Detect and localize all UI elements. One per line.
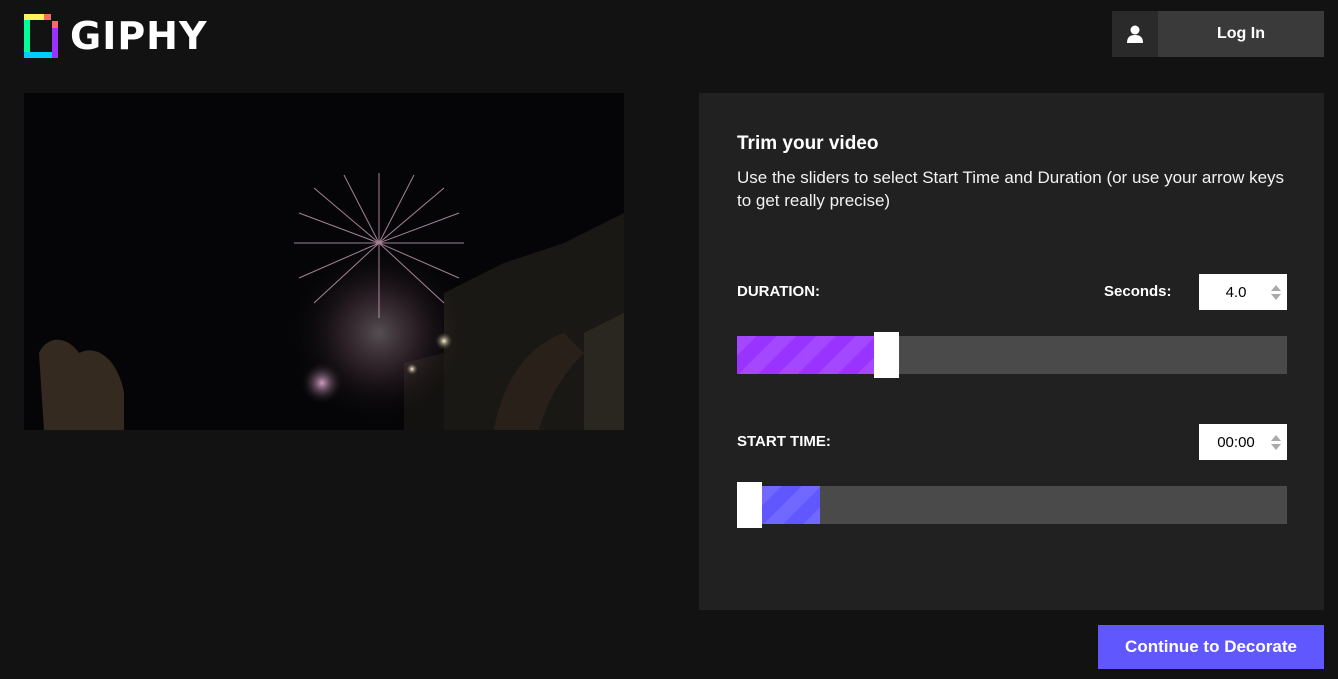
continue-to-decorate-button[interactable]: Continue to Decorate [1098,625,1324,669]
duration-seconds-value: 4.0 [1225,283,1247,301]
giphy-logo[interactable]: GIPHY [24,14,208,58]
duration-stepper[interactable] [1265,274,1287,310]
trim-panel: Trim your video Use the sliders to selec… [699,93,1324,610]
start-time-slider-track[interactable] [737,482,1287,528]
duration-slider-handle[interactable] [874,332,899,378]
login-label: Log In [1217,25,1265,42]
start-time-label: START TIME: [737,433,831,450]
login-button[interactable]: Log In [1112,11,1324,57]
duration-seconds-input[interactable]: 4.0 [1199,274,1287,310]
duration-slider-track[interactable] [737,332,1287,378]
start-time-input[interactable]: 00:00 [1199,424,1287,460]
increment-arrow-icon[interactable] [1271,284,1281,291]
panel-title: Trim your video [737,133,879,154]
start-time-slider-handle[interactable] [737,482,762,528]
panel-description: Use the sliders to select Start Time and… [737,168,1285,210]
start-time-slider-fill [762,486,820,524]
video-preview[interactable] [24,93,624,430]
duration-label: DURATION: [737,283,821,300]
user-icon [1112,11,1158,57]
giphy-logo-icon [24,14,58,58]
start-time-stepper[interactable] [1265,424,1287,460]
increment-arrow-icon[interactable] [1271,434,1281,441]
duration-slider-fill [737,336,875,374]
seconds-label: Seconds: [1104,283,1172,300]
decrement-arrow-icon[interactable] [1271,293,1281,300]
fireworks-video-frame [24,93,624,430]
start-time-value: 00:00 [1217,433,1255,451]
logo-wordmark: GIPHY [70,14,208,58]
decrement-arrow-icon[interactable] [1271,443,1281,450]
